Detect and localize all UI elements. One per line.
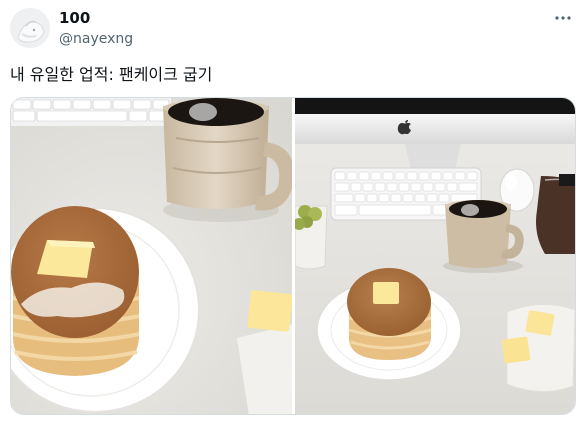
user-handle[interactable]: @nayexng bbox=[59, 30, 133, 48]
pancake-closeup-image bbox=[11, 98, 292, 414]
tweet-text: 내 유일한 업적: 팬케이크 굽기 bbox=[10, 65, 213, 84]
more-horizontal-icon bbox=[555, 16, 571, 20]
display-name[interactable]: 100 bbox=[59, 9, 90, 27]
desk-overview-image bbox=[295, 98, 575, 414]
more-options-button[interactable] bbox=[551, 8, 575, 28]
avatar-image bbox=[10, 8, 50, 48]
media-grid bbox=[10, 97, 576, 415]
photo-desk-overview[interactable] bbox=[295, 98, 575, 414]
avatar[interactable] bbox=[10, 8, 50, 48]
photo-pancake-closeup[interactable] bbox=[11, 98, 292, 414]
tweet-card: 100 @nayexng 내 유일한 업적: 팬케이크 굽기 bbox=[0, 0, 582, 422]
